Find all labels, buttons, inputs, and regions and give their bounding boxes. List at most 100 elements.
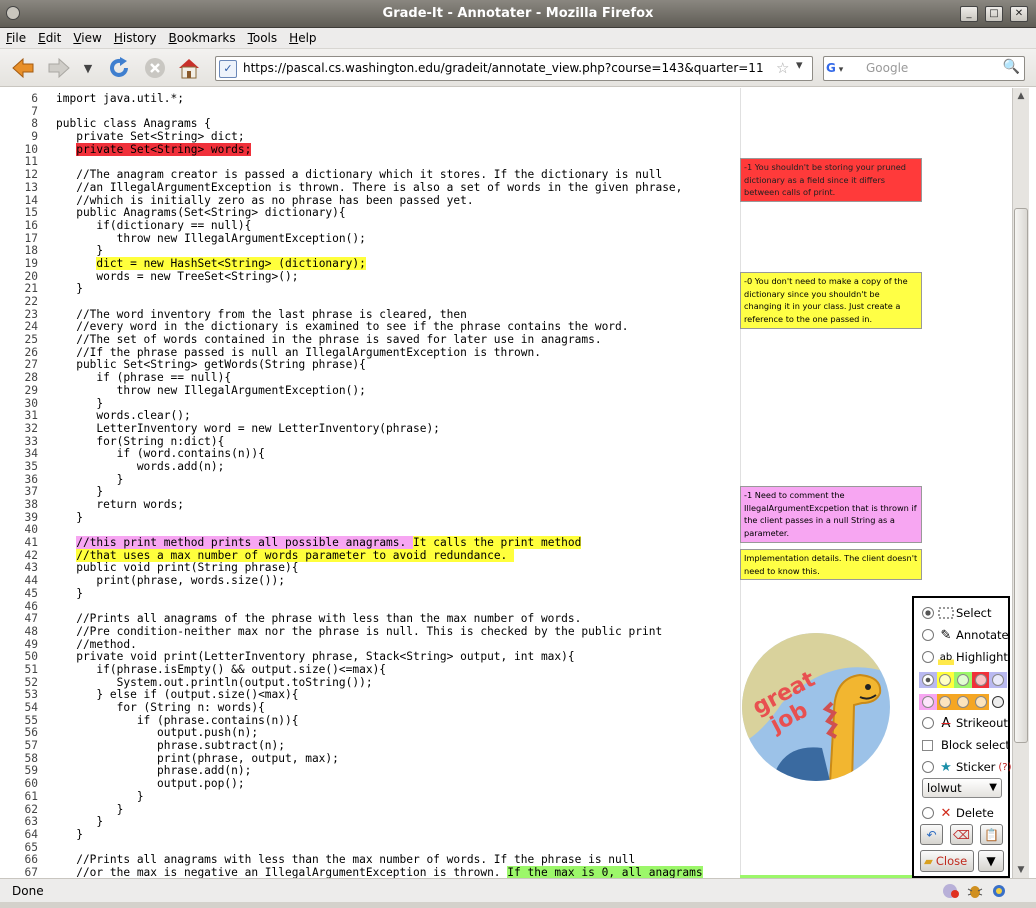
color-blue[interactable]	[989, 672, 1007, 688]
color-orange-3[interactable]	[971, 694, 990, 710]
menu-file[interactable]: File	[0, 28, 32, 47]
reload-button[interactable]	[106, 56, 132, 80]
code-text[interactable]: words = new TreeSet<String>();	[56, 270, 298, 284]
highlight-radio[interactable]	[922, 651, 934, 663]
search-engine-icon[interactable]: G ▾	[826, 59, 860, 78]
select-radio[interactable]	[922, 607, 934, 619]
block-select-checkbox[interactable]	[922, 739, 933, 751]
menu-history[interactable]: History	[108, 28, 163, 47]
code-text[interactable]: }	[56, 282, 83, 296]
code-line[interactable]: 44 print(phrase, words.size());	[0, 574, 740, 588]
color-orange-2[interactable]	[954, 694, 972, 710]
annotation-note[interactable]: -1 Need to comment the IllegalArgumentEx…	[740, 486, 922, 543]
menu-edit[interactable]: Edit	[32, 28, 67, 47]
code-line[interactable]: 29 throw new IllegalArgumentException();	[0, 384, 740, 398]
annotate-radio[interactable]	[922, 629, 934, 641]
menu-view[interactable]: View	[67, 28, 107, 47]
code-line[interactable]: 39 }	[0, 511, 740, 525]
code-line[interactable]: 64 }	[0, 828, 740, 842]
code-text[interactable]: import java.util.*;	[56, 92, 184, 106]
tool-annotate[interactable]: ✎ Annotate	[922, 626, 1009, 644]
code-view[interactable]: 6 import java.util.*; 7 8 public class Anagr…	[0, 92, 740, 878]
tool-block-select[interactable]: Block select	[922, 736, 1010, 754]
search-icon[interactable]: 🔍	[1003, 59, 1020, 75]
code-text[interactable]: //Pre condition-neither max nor the phra…	[56, 625, 662, 639]
close-window-button[interactable]: ✕	[1010, 6, 1028, 22]
menu-tools[interactable]: Tools	[242, 28, 284, 47]
code-text[interactable]: //or the max is negative an IllegalArgum…	[56, 865, 703, 878]
close-toolbox-button[interactable]: ▰ Close	[920, 850, 974, 872]
code-text[interactable]: }	[56, 828, 83, 842]
bug-icon[interactable]	[966, 883, 984, 899]
code-line[interactable]: 17 throw new IllegalArgumentException();	[0, 232, 740, 246]
color-orange[interactable]	[936, 694, 955, 710]
menu-help[interactable]: Help	[283, 28, 322, 47]
code-text[interactable]: }	[56, 587, 83, 601]
undo-button[interactable]: ↶	[920, 824, 943, 845]
tool-select[interactable]: Select	[922, 604, 991, 622]
bookmark-star-icon[interactable]: ☆	[776, 59, 789, 77]
history-dropdown-button[interactable]: ▼	[76, 56, 100, 80]
sticker-radio[interactable]	[922, 761, 934, 773]
tool-strikeout[interactable]: A Strikeout	[922, 714, 1008, 732]
line-number: 48	[24, 624, 38, 638]
code-line[interactable]: 67 //or the max is negative an IllegalAr…	[0, 865, 740, 878]
code-segment: public class Anagrams {	[56, 117, 211, 131]
code-line[interactable]: 45 }	[0, 587, 740, 601]
site-identity-icon[interactable]: ✓	[219, 60, 237, 78]
code-line[interactable]: 62 }	[0, 803, 740, 817]
code-segment: private void print(LetterInventory phras…	[56, 650, 575, 664]
code-line[interactable]: 21 }	[0, 282, 740, 296]
annotation-toolbox: Select ✎ Annotate ab Highlight A Strikeo…	[912, 596, 1012, 878]
code-line[interactable]: 20 words = new TreeSet<String>();	[0, 270, 740, 284]
annotation-note[interactable]: -0 You don't need to make a copy of the …	[740, 272, 922, 329]
color-yellow[interactable]	[936, 672, 955, 688]
code-text[interactable]: print(phrase, words.size());	[56, 574, 285, 588]
tool-highlight[interactable]: ab Highlight	[922, 648, 1008, 666]
url-dropdown-icon[interactable]: ▾	[796, 58, 803, 73]
forward-button[interactable]	[46, 56, 72, 80]
back-button[interactable]	[10, 56, 36, 80]
strikeout-icon: A	[941, 715, 951, 731]
url-bar[interactable]: ✓ https://pascal.cs.washington.edu/grade…	[215, 56, 813, 81]
maximize-button[interactable]: □	[985, 6, 1003, 22]
color-pink[interactable]	[919, 694, 937, 710]
annotation-note[interactable]: Implementation details. The client doesn…	[740, 549, 922, 580]
scroll-down-icon[interactable]: ▼	[1013, 862, 1029, 878]
home-button[interactable]	[176, 56, 202, 80]
plugin-icon[interactable]	[990, 883, 1008, 899]
scrollbar-thumb[interactable]	[1014, 208, 1028, 743]
color-green[interactable]	[954, 672, 972, 688]
code-text[interactable]: private Set<String> words;	[56, 142, 252, 157]
color-red[interactable]	[971, 672, 990, 688]
code-line[interactable]: 38 return words;	[0, 498, 740, 512]
code-line[interactable]: 41 //this print method prints all possib…	[0, 536, 740, 550]
annotation-note[interactable]: -1 You shouldn't be storing your pruned …	[740, 158, 922, 202]
code-line[interactable]: 6 import java.util.*;	[0, 92, 740, 106]
addon-badge-icon[interactable]	[942, 883, 960, 899]
delete-radio[interactable]	[922, 807, 934, 819]
toolbox-dropdown-button[interactable]: ▼	[978, 850, 1004, 872]
color-picker-icon[interactable]	[989, 694, 1007, 710]
menu-bookmarks[interactable]: Bookmarks	[163, 28, 242, 47]
minimize-button[interactable]: _	[960, 6, 978, 22]
code-line[interactable]: 36 }	[0, 473, 740, 487]
search-bar[interactable]: G ▾ Google 🔍	[823, 56, 1025, 81]
tool-sticker[interactable]: ★ Sticker (?)	[922, 758, 1012, 776]
code-line[interactable]: 63 }	[0, 815, 740, 829]
vertical-scrollbar[interactable]: ▲ ▼	[1012, 88, 1029, 878]
line-number: 63	[24, 815, 38, 829]
code-text[interactable]: //this print method prints all possible …	[56, 536, 582, 550]
strikeout-radio[interactable]	[922, 717, 934, 729]
code-line[interactable]: 10 private Set<String> words;	[0, 142, 740, 157]
eraser-button[interactable]: ⌫	[950, 824, 973, 845]
sticker-help-link[interactable]: (?)	[998, 762, 1011, 773]
scroll-up-icon[interactable]: ▲	[1013, 88, 1029, 104]
code-text[interactable]: }	[56, 511, 83, 525]
stop-button[interactable]	[142, 56, 168, 80]
tool-delete[interactable]: ✕ Delete	[922, 804, 994, 822]
color-lavender[interactable]	[919, 672, 937, 688]
clipboard-button[interactable]: 📋	[980, 824, 1003, 845]
sticker-select[interactable]: lolwut ▼	[922, 778, 1002, 798]
great-job-sticker[interactable]: great job	[742, 633, 890, 781]
